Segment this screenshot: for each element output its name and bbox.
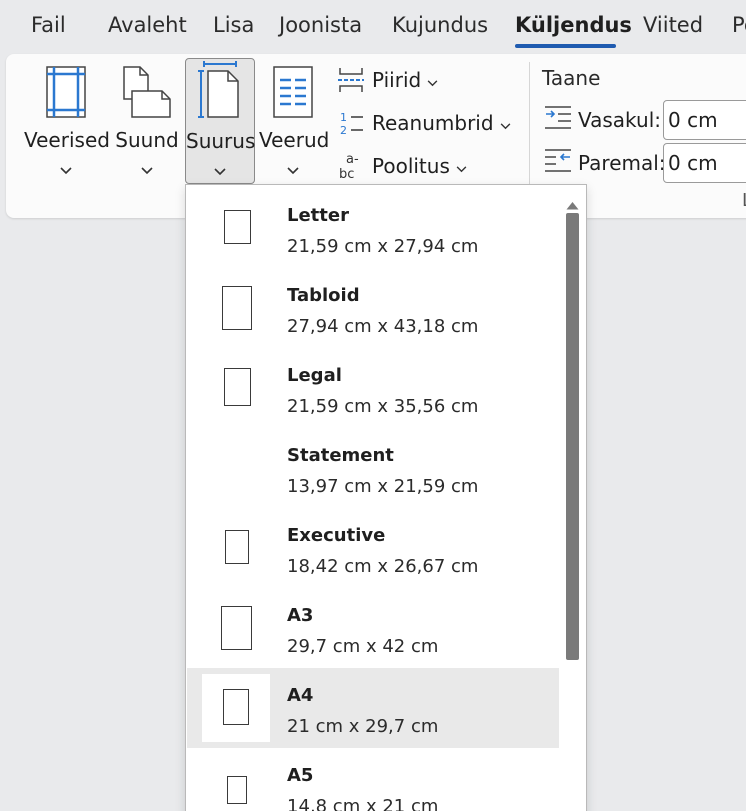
size-option-name: Letter xyxy=(287,205,349,226)
tab-cut[interactable]: Pe xyxy=(732,13,746,37)
size-option-letter[interactable]: Letter 21,59 cm x 27,94 cm xyxy=(187,188,559,268)
scrollbar-thumb[interactable] xyxy=(566,213,579,660)
orientation-icon xyxy=(122,66,172,122)
page-thumbnail xyxy=(202,434,270,502)
size-option-name: A5 xyxy=(287,765,314,786)
size-label: Suurus xyxy=(186,129,256,153)
active-tab-indicator xyxy=(515,44,616,48)
page-thumbnail xyxy=(202,594,270,662)
size-dropdown-menu: Letter 21,59 cm x 27,94 cm Tabloid 27,94… xyxy=(185,184,587,811)
page-thumbnail xyxy=(202,514,270,582)
margins-icon xyxy=(46,66,86,122)
size-icon xyxy=(198,61,242,123)
indent-left-row: Vasakul: xyxy=(544,100,661,140)
size-option-dimensions: 18,42 cm x 26,67 cm xyxy=(287,556,479,577)
size-option-name: Statement xyxy=(287,445,394,466)
page-thumbnail xyxy=(202,274,270,342)
indent-left-input[interactable]: 0 cm xyxy=(663,100,746,140)
size-option-dimensions: 27,94 cm x 43,18 cm xyxy=(287,316,479,337)
line-numbers-button[interactable]: 1 2 Reanumbrid xyxy=(336,105,511,141)
columns-label: Veerud xyxy=(259,128,330,152)
hyphenation-icon: a- bc xyxy=(336,151,366,181)
breaks-icon xyxy=(336,65,366,95)
tab-kujundus[interactable]: Kujundus xyxy=(392,13,488,37)
size-option-a4[interactable]: A4 21 cm x 29,7 cm xyxy=(187,668,559,748)
tab-viited[interactable]: Viited xyxy=(643,13,703,37)
breaks-button[interactable]: Piirid xyxy=(336,62,438,98)
size-option-name: Legal xyxy=(287,365,342,386)
indent-group-title: Taane xyxy=(542,66,601,90)
tab-avaleht[interactable]: Avaleht xyxy=(108,13,187,37)
chevron-down-icon xyxy=(456,154,467,178)
size-option-name: A3 xyxy=(287,605,314,626)
group-label-cut: L xyxy=(742,190,746,211)
indent-left-icon xyxy=(544,105,574,135)
size-option-dimensions: 21,59 cm x 27,94 cm xyxy=(287,236,479,257)
line-numbers-icon: 1 2 xyxy=(336,108,366,138)
page-thumbnail xyxy=(202,754,270,811)
tab-lisa[interactable]: Lisa xyxy=(213,13,254,37)
size-option-name: A4 xyxy=(287,685,314,706)
chevron-down-icon xyxy=(114,160,180,179)
size-option-dimensions: 29,7 cm x 42 cm xyxy=(287,636,439,657)
orientation-label: Suund xyxy=(115,128,179,152)
scroll-up-arrow-icon[interactable] xyxy=(566,195,579,214)
size-option-name: Executive xyxy=(287,525,386,546)
svg-text:2: 2 xyxy=(340,124,347,136)
tab-kuljendus[interactable]: Küljendus xyxy=(515,13,632,37)
indent-right-input[interactable]: 0 cm xyxy=(663,143,746,183)
chevron-down-icon xyxy=(500,111,511,135)
svg-text:a-: a- xyxy=(346,152,359,167)
line-numbers-label: Reanumbrid xyxy=(372,111,494,135)
indent-right-row: Paremal: xyxy=(544,143,666,183)
page-thumbnail xyxy=(202,674,270,742)
size-option-name: Tabloid xyxy=(287,285,360,306)
size-button[interactable]: Suurus xyxy=(185,58,255,184)
margins-label: Veerised xyxy=(24,128,110,152)
indent-right-label: Paremal: xyxy=(578,151,666,175)
svg-text:1: 1 xyxy=(340,111,347,124)
page-thumbnail xyxy=(202,194,270,262)
breaks-label: Piirid xyxy=(372,68,422,92)
tab-joonista[interactable]: Joonista xyxy=(279,13,362,37)
size-option-executive[interactable]: Executive 18,42 cm x 26,67 cm xyxy=(187,508,559,588)
chevron-down-icon xyxy=(186,161,254,180)
orientation-button[interactable]: Suund xyxy=(114,58,180,184)
size-option-statement[interactable]: Statement 13,97 cm x 21,59 cm xyxy=(187,428,559,508)
hyphenation-label: Poolitus xyxy=(372,154,450,178)
size-option-tabloid[interactable]: Tabloid 27,94 cm x 43,18 cm xyxy=(187,268,559,348)
chevron-down-icon xyxy=(259,160,327,179)
margins-button[interactable]: Veerised xyxy=(24,58,110,184)
tab-fail[interactable]: Fail xyxy=(31,13,66,37)
indent-right-icon xyxy=(544,148,574,178)
svg-text:bc: bc xyxy=(339,167,354,181)
columns-button[interactable]: Veerud xyxy=(259,58,330,184)
group-divider xyxy=(529,62,530,184)
hyphenation-button[interactable]: a- bc Poolitus xyxy=(336,148,467,184)
size-option-dimensions: 14,8 cm x 21 cm xyxy=(287,796,439,811)
chevron-down-icon xyxy=(427,68,438,92)
size-option-dimensions: 13,97 cm x 21,59 cm xyxy=(287,476,479,497)
page-thumbnail xyxy=(202,354,270,422)
size-option-a5[interactable]: A5 14,8 cm x 21 cm xyxy=(187,748,559,811)
columns-icon xyxy=(273,66,313,122)
size-option-a3[interactable]: A3 29,7 cm x 42 cm xyxy=(187,588,559,668)
size-option-dimensions: 21,59 cm x 35,56 cm xyxy=(287,396,479,417)
chevron-down-icon xyxy=(24,160,108,179)
size-option-legal[interactable]: Legal 21,59 cm x 35,56 cm xyxy=(187,348,559,428)
size-option-dimensions: 21 cm x 29,7 cm xyxy=(287,716,439,737)
indent-left-label: Vasakul: xyxy=(578,108,661,132)
ribbon-tab-bar: Fail Avaleht Lisa Joonista Kujundus Külj… xyxy=(0,0,746,52)
